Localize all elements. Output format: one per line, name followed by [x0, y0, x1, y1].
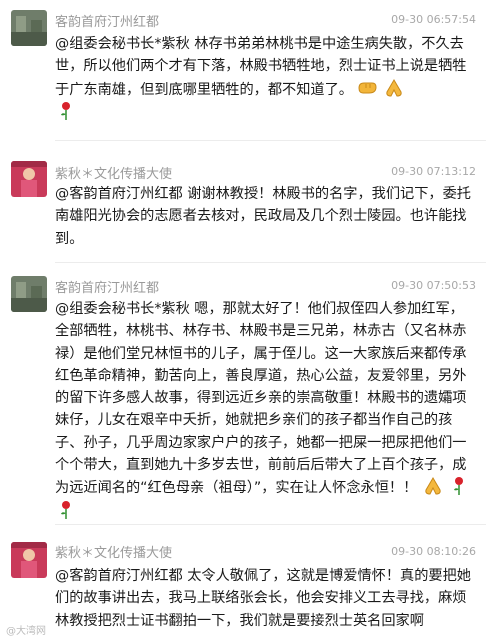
- message-text: @组委会秘书长*紫秋 林存书弟弟林桃书是中途生病失散，不久去世，所以他们两个才有…: [55, 33, 475, 124]
- divider: [55, 140, 486, 141]
- sender-name[interactable]: 紫秋＊文化传播大使: [55, 542, 172, 561]
- message-time: 09-30 07:13:12: [391, 165, 476, 178]
- mention[interactable]: @组委会秘书长*紫秋: [55, 301, 190, 317]
- divider: [55, 524, 486, 525]
- rose-icon: [453, 477, 463, 496]
- mention[interactable]: @客韵首府汀州红都: [55, 186, 183, 202]
- divider: [55, 262, 486, 263]
- sender-name[interactable]: 客韵首府汀州红都: [55, 11, 159, 30]
- message-time: 09-30 06:57:54: [391, 13, 476, 26]
- watermark: @大湾网: [6, 626, 46, 637]
- avatar-image: [11, 161, 47, 197]
- avatar[interactable]: [11, 161, 47, 197]
- avatar-image: [11, 10, 47, 46]
- sender-name[interactable]: 紫秋＊文化传播大使: [55, 163, 172, 182]
- message-text: @客韵首府汀州红都 谢谢林教授！林殿书的名字，我们记下，委托南雄阳光协会的志愿者…: [55, 183, 475, 250]
- message-time: 09-30 07:50:53: [391, 279, 476, 292]
- avatar-image: [11, 542, 47, 578]
- pray-icon: [425, 477, 441, 495]
- sender-name[interactable]: 客韵首府汀州红都: [55, 277, 159, 296]
- avatar[interactable]: [11, 276, 47, 312]
- message-text: @客韵首府汀州红都 太令人敬佩了，这就是博爱情怀！真的要把她们的故事讲出去，我马…: [55, 565, 475, 632]
- mention[interactable]: @组委会秘书长*紫秋: [55, 36, 190, 52]
- avatar[interactable]: [11, 10, 47, 46]
- pray-icon: [386, 78, 403, 97]
- fist-icon: [358, 82, 377, 94]
- message-text: @组委会秘书长*紫秋 嗯，那就太好了！他们叔侄四人参加红军，全部牺牲，林桃书、林…: [55, 298, 475, 523]
- mention[interactable]: @客韵首府汀州红都: [55, 568, 183, 584]
- rose-icon: [61, 500, 70, 519]
- rose-icon: [61, 101, 70, 120]
- message-time: 09-30 08:10:26: [391, 545, 476, 558]
- message-body: 嗯，那就太好了！他们叔侄四人参加红军，全部牺牲，林桃书、林存书、林殿书是三兄弟，…: [55, 301, 467, 497]
- avatar[interactable]: [11, 542, 47, 578]
- avatar-image: [11, 276, 47, 312]
